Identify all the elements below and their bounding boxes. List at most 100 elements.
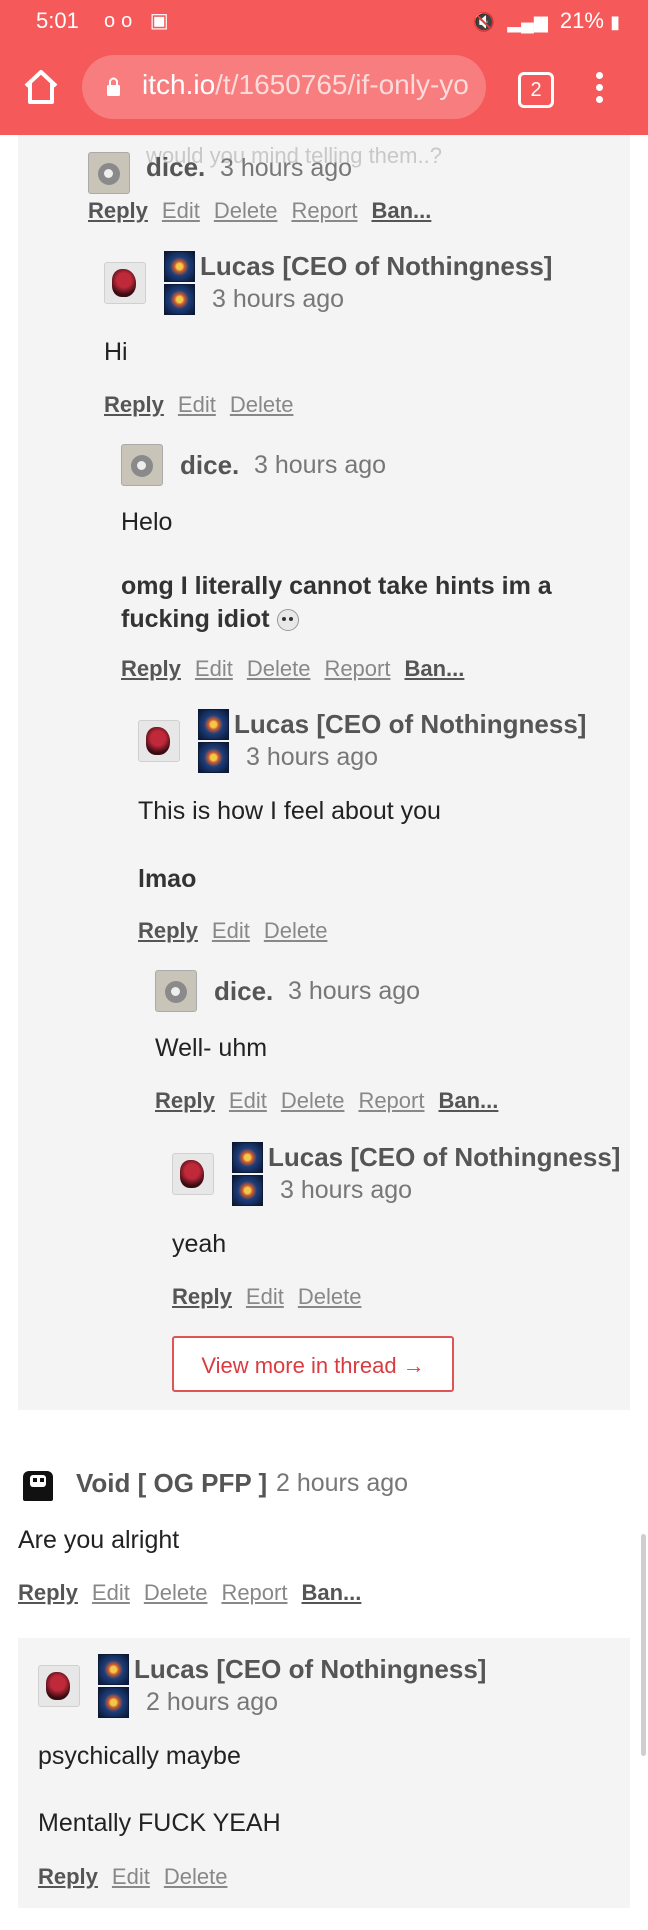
comment-author[interactable]: dice. — [146, 152, 205, 183]
comment-text: psychically maybe — [38, 1742, 241, 1770]
comment-text: This is how I feel about you — [138, 797, 441, 825]
edit-button[interactable]: Edit — [178, 392, 216, 417]
delete-button[interactable]: Delete — [264, 918, 328, 943]
delete-button[interactable]: Delete — [214, 198, 278, 223]
comment-author[interactable]: Lucas [CEO of Nothingness] — [134, 1654, 486, 1685]
user-flair-icon — [164, 251, 195, 282]
edit-button[interactable]: Edit — [112, 1864, 150, 1889]
comment-actions: Reply Edit Delete — [138, 918, 341, 944]
comment-actions: Reply Edit Delete — [104, 392, 307, 418]
comment-author[interactable]: Lucas [CEO of Nothingness] — [234, 709, 586, 740]
skull-emoji-icon — [276, 609, 299, 632]
comment-bold-text-line: fucking idiot — [121, 605, 270, 633]
view-more-in-thread-button[interactable]: View more in thread → — [172, 1336, 454, 1392]
comment-text: yeah — [172, 1230, 227, 1258]
comment-time[interactable]: 2 hours ago — [146, 1688, 278, 1717]
comment-bold-text: fucking idiot — [121, 605, 299, 634]
avatar[interactable] — [18, 1463, 58, 1503]
comment-actions: Reply Edit Delete — [172, 1284, 375, 1310]
reply-button[interactable]: Reply — [121, 656, 181, 681]
reply-button[interactable]: Reply — [172, 1284, 232, 1309]
comment-actions: Reply Edit Delete Report Ban... — [121, 656, 478, 682]
edit-button[interactable]: Edit — [92, 1580, 130, 1605]
status-bar: 5:01 oo ▣ 🔇 ▂▄▆ 21% ▮ — [0, 0, 648, 42]
battery-percent: 21% — [559, 8, 604, 33]
user-flair-icon — [98, 1654, 129, 1685]
report-button[interactable]: Report — [358, 1088, 424, 1113]
avatar[interactable] — [121, 444, 163, 486]
edit-button[interactable]: Edit — [195, 656, 233, 681]
reply-button[interactable]: Reply — [38, 1864, 98, 1889]
notification-icons: oo ▣ — [104, 10, 175, 32]
comment-text: Helo — [121, 508, 173, 536]
comment-text: Well- uhm — [155, 1034, 268, 1062]
avatar[interactable] — [38, 1665, 80, 1707]
reply-button[interactable]: Reply — [18, 1580, 78, 1605]
edit-button[interactable]: Edit — [229, 1088, 267, 1113]
thread-container — [18, 135, 630, 1410]
comment-actions: Reply Edit Delete Report Ban... — [155, 1088, 512, 1114]
url-host: itch.io — [142, 69, 216, 100]
ban-button[interactable]: Ban... — [301, 1580, 361, 1605]
comment-author[interactable]: dice. — [180, 450, 239, 481]
edit-button[interactable]: Edit — [162, 198, 200, 223]
reply-button[interactable]: Reply — [155, 1088, 215, 1113]
ban-button[interactable]: Ban... — [404, 656, 464, 681]
delete-button[interactable]: Delete — [164, 1864, 228, 1889]
comment-time[interactable]: 3 hours ago — [288, 977, 420, 1006]
scrollbar[interactable] — [641, 1534, 646, 1756]
delete-button[interactable]: Delete — [230, 392, 294, 417]
comment-actions: Reply Edit Delete — [38, 1864, 241, 1890]
comment-actions: Reply Edit Delete Report Ban... — [88, 198, 445, 224]
lock-icon — [107, 77, 120, 96]
avatar[interactable] — [104, 262, 146, 304]
more-options-icon[interactable] — [594, 72, 604, 104]
user-flair-icon — [198, 742, 229, 773]
url-bar[interactable]: itch.io/t/1650765/if-only-yo — [82, 55, 486, 119]
comment-author[interactable]: Lucas [CEO of Nothingness] — [268, 1142, 620, 1173]
comment-time[interactable]: 3 hours ago — [220, 154, 352, 183]
avatar[interactable] — [138, 720, 180, 762]
comment-bold-text: omg I literally cannot take hints im a — [121, 572, 552, 600]
url-path: /t/1650765/if-only-yo — [215, 69, 469, 100]
ban-button[interactable]: Ban... — [371, 198, 431, 223]
comment-author[interactable]: Lucas [CEO of Nothingness] — [200, 251, 552, 282]
delete-button[interactable]: Delete — [281, 1088, 345, 1113]
tab-switcher-button[interactable]: 2 — [518, 72, 554, 108]
url-text: itch.io/t/1650765/if-only-yo — [142, 69, 469, 101]
comment-author[interactable]: Void [ OG PFP ] — [76, 1468, 267, 1499]
user-flair-icon — [198, 709, 229, 740]
signal-icon: ▂▄▆ — [507, 12, 548, 32]
edit-button[interactable]: Edit — [212, 918, 250, 943]
reply-button[interactable]: Reply — [88, 198, 148, 223]
comment-text: Hi — [104, 338, 128, 366]
comment-time[interactable]: 3 hours ago — [212, 285, 344, 314]
avatar[interactable] — [88, 152, 130, 194]
status-time: 5:01 — [36, 8, 79, 33]
browser-chrome: 5:01 oo ▣ 🔇 ▂▄▆ 21% ▮ itch.io/t/1650765/… — [0, 0, 648, 135]
reply-button[interactable]: Reply — [138, 918, 198, 943]
delete-button[interactable]: Delete — [144, 1580, 208, 1605]
comment-text: Mentally FUCK YEAH — [38, 1809, 281, 1837]
status-right: 🔇 ▂▄▆ 21% ▮ — [473, 8, 626, 34]
report-button[interactable]: Report — [291, 198, 357, 223]
edit-button[interactable]: Edit — [246, 1284, 284, 1309]
avatar[interactable] — [172, 1153, 214, 1195]
comment-author[interactable]: dice. — [214, 976, 273, 1007]
user-flair-icon — [164, 284, 195, 315]
reply-button[interactable]: Reply — [104, 392, 164, 417]
battery-icon: ▮ — [610, 12, 620, 32]
comment-time[interactable]: 3 hours ago — [246, 743, 378, 772]
delete-button[interactable]: Delete — [298, 1284, 362, 1309]
report-button[interactable]: Report — [324, 656, 390, 681]
comment-time[interactable]: 3 hours ago — [280, 1176, 412, 1205]
delete-button[interactable]: Delete — [247, 656, 311, 681]
home-icon[interactable] — [22, 68, 60, 106]
avatar[interactable] — [155, 970, 197, 1012]
comment-time[interactable]: 2 hours ago — [276, 1469, 408, 1498]
comment-text: Are you alright — [18, 1526, 180, 1554]
report-button[interactable]: Report — [221, 1580, 287, 1605]
ban-button[interactable]: Ban... — [438, 1088, 498, 1113]
comment-bold-text: lmao — [138, 865, 197, 893]
comment-time[interactable]: 3 hours ago — [254, 451, 386, 480]
